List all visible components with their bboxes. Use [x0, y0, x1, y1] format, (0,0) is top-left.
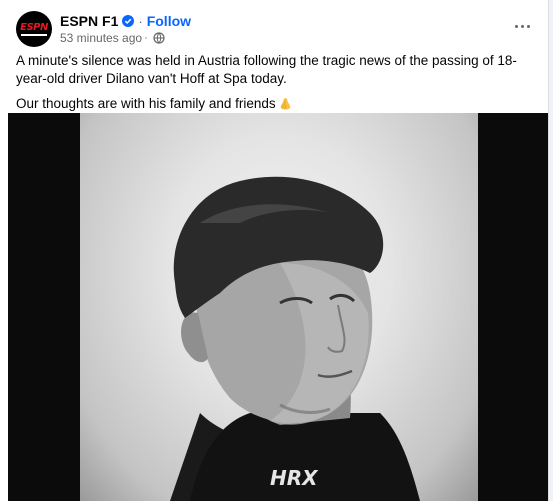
- post-paragraph-1: A minute's silence was held in Austria f…: [16, 53, 517, 86]
- portrait-illustration: HRX: [170, 176, 420, 501]
- more-options-icon[interactable]: [508, 12, 536, 40]
- post-timestamp[interactable]: 53 minutes ago: [60, 31, 142, 45]
- espn-logo: ESPN: [19, 21, 49, 37]
- name-row: ESPN F1 · Follow: [60, 12, 191, 30]
- page-name-link[interactable]: ESPN F1: [60, 13, 118, 29]
- globe-icon[interactable]: [153, 32, 165, 44]
- post-meta: 53 minutes ago ·: [60, 31, 165, 45]
- avatar-logo-text: ESPN: [20, 21, 48, 33]
- portrait-photo: HRX: [80, 113, 478, 501]
- post-photo[interactable]: HRX: [8, 113, 548, 501]
- post-paragraph-2-text: Our thoughts are with his family and fri…: [16, 96, 276, 111]
- verified-badge-icon: [122, 15, 135, 27]
- post-header: ESPN ESPN F1 · Follow 53 minutes ago ·: [16, 8, 536, 48]
- follow-button[interactable]: Follow: [147, 13, 191, 29]
- hrx-collar-logo: HRX: [270, 466, 319, 490]
- post-card: ESPN ESPN F1 · Follow 53 minutes ago · A…: [0, 0, 549, 501]
- page-avatar[interactable]: ESPN: [16, 11, 52, 47]
- meta-separator: ·: [144, 32, 148, 44]
- separator-dot: ·: [138, 13, 143, 29]
